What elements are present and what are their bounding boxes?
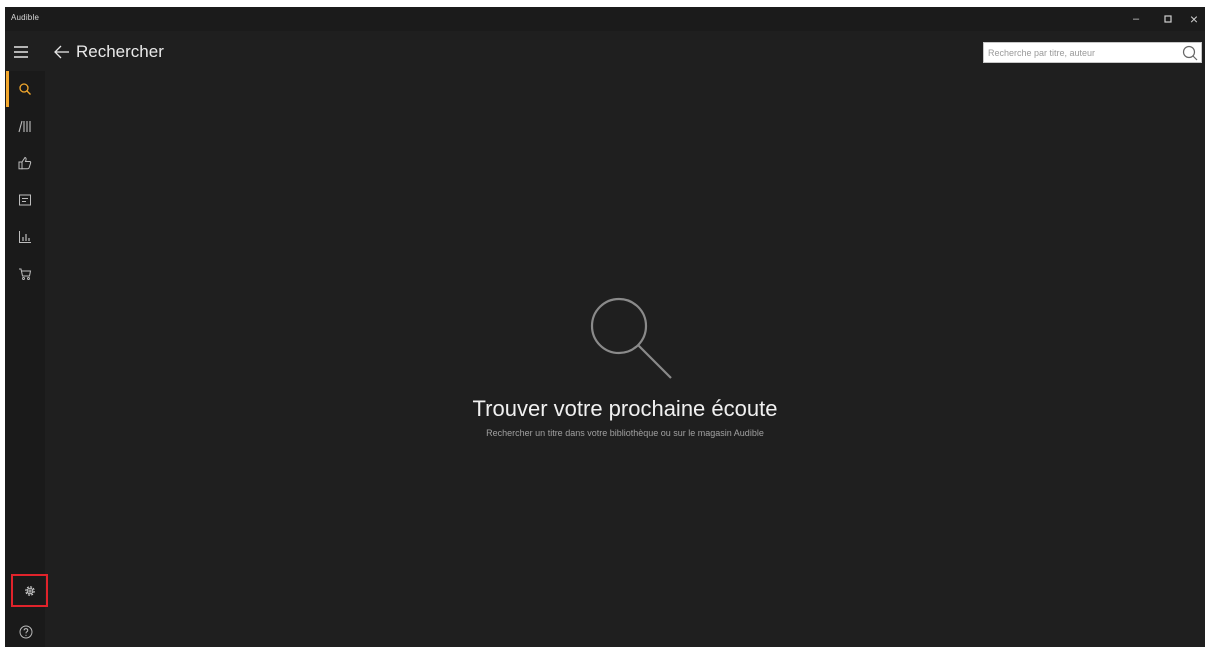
- sidebar-item-settings[interactable]: [11, 574, 48, 607]
- empty-state: Trouver votre prochaine écoute Recherche…: [45, 71, 1205, 647]
- search-input[interactable]: [988, 45, 1168, 61]
- hamburger-icon: [14, 46, 28, 58]
- sidebar-item-stats[interactable]: [5, 222, 45, 252]
- close-button[interactable]: ×: [1177, 7, 1205, 31]
- sidebar-item-search[interactable]: [5, 74, 45, 104]
- sidebar-item-store[interactable]: [5, 259, 45, 289]
- cart-icon: [19, 268, 32, 280]
- sidebar: [5, 71, 48, 647]
- minimize-icon: –: [1132, 13, 1140, 25]
- search-button[interactable]: [1181, 44, 1199, 62]
- help-icon: [19, 625, 33, 639]
- search-icon: [19, 83, 31, 95]
- minimize-button[interactable]: –: [1119, 7, 1153, 31]
- search-box: [983, 42, 1202, 63]
- stats-icon: [19, 231, 31, 243]
- empty-state-title: Trouver votre prochaine écoute: [472, 396, 778, 421]
- search-icon: [590, 297, 672, 379]
- empty-state-subtitle: Rechercher un titre dans votre bibliothè…: [486, 428, 764, 438]
- close-icon: ×: [1189, 11, 1199, 27]
- menu-button[interactable]: [12, 43, 30, 61]
- title-bar[interactable]: Audible – ×: [5, 7, 1205, 31]
- sidebar-item-help[interactable]: [14, 620, 38, 644]
- app-title: Audible: [11, 13, 40, 22]
- maximize-icon: [1164, 15, 1172, 23]
- notes-icon: [19, 194, 31, 206]
- library-icon: [18, 120, 31, 133]
- back-button[interactable]: [52, 42, 72, 62]
- search-icon: [1182, 45, 1198, 61]
- gear-icon: [24, 585, 35, 596]
- app-window: Audible – × Rechercher Recherche par tit…: [5, 7, 1205, 647]
- page-title: Rechercher: [76, 42, 164, 61]
- sidebar-item-library[interactable]: [5, 111, 45, 141]
- thumbs-up-icon: [18, 156, 32, 170]
- sidebar-item-notes[interactable]: [5, 185, 45, 215]
- header-bar: Rechercher: [5, 35, 1205, 71]
- back-arrow-icon: [54, 45, 69, 59]
- sidebar-item-recommendations[interactable]: [5, 148, 45, 178]
